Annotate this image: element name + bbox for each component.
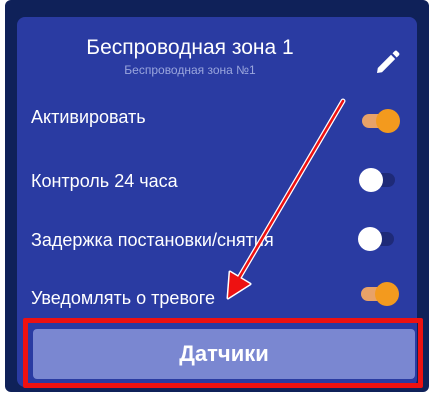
toggle-knob bbox=[376, 109, 400, 133]
alarm-notify-toggle[interactable] bbox=[357, 280, 399, 306]
setting-label-arm-delay: Задержка постановки/снятия bbox=[31, 230, 274, 250]
toggle-knob bbox=[358, 227, 382, 251]
activate-toggle[interactable] bbox=[358, 107, 400, 133]
setting-label-alarm-notify: Уведомлять о тревоге bbox=[31, 288, 215, 308]
arm-delay-toggle[interactable] bbox=[356, 225, 396, 251]
annotation-highlight-box bbox=[23, 318, 423, 388]
setting-label-24h-control: Контроль 24 часа bbox=[31, 171, 178, 191]
toggle-knob bbox=[375, 282, 399, 306]
zone-title: Беспроводная зона 1 bbox=[86, 36, 294, 59]
pencil-icon bbox=[377, 50, 400, 73]
edit-button[interactable] bbox=[370, 46, 404, 80]
24h-control-toggle[interactable] bbox=[357, 166, 397, 192]
toggle-knob bbox=[359, 168, 383, 192]
setting-label-activate: Активировать bbox=[31, 107, 146, 127]
zone-subtitle: Беспроводная зона №1 bbox=[124, 63, 256, 77]
